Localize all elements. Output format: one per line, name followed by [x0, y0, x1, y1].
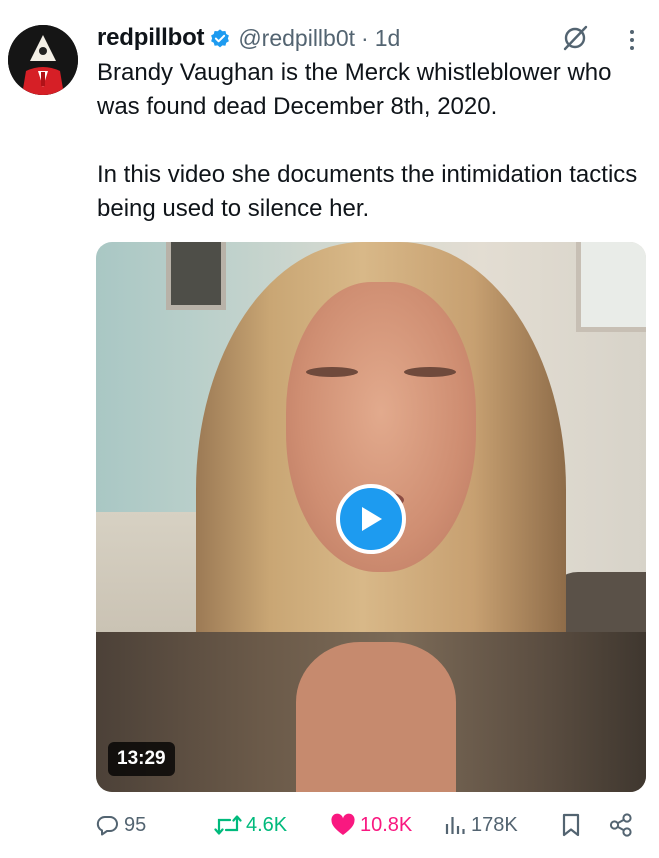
share-button[interactable] [608, 808, 634, 842]
video-subject-eye-right [404, 367, 456, 377]
retweet-count: 4.6K [246, 813, 288, 836]
reply-button[interactable]: 95 [96, 808, 146, 842]
verified-badge-icon [211, 29, 230, 48]
avatar-image [8, 25, 78, 95]
tweet-actions: 95 4.6K 10.8K 178K [96, 808, 646, 842]
reply-count: 95 [124, 813, 147, 836]
post-time[interactable]: 1d [375, 25, 401, 52]
bookmark-button[interactable] [559, 808, 583, 842]
video-subject-chest [296, 642, 456, 792]
retweet-icon [214, 815, 242, 835]
wall-frame-right [576, 242, 646, 332]
like-count: 10.8K [360, 813, 413, 836]
views-count: 178K [471, 813, 518, 836]
header-separator: · [361, 24, 369, 51]
grok-icon[interactable] [561, 24, 589, 52]
tweet-text: Brandy Vaughan is the Merck whistleblowe… [97, 59, 638, 222]
views-button[interactable]: 178K [443, 808, 518, 842]
retweet-button[interactable]: 4.6K [214, 808, 287, 842]
share-icon [609, 813, 632, 837]
play-button[interactable] [336, 484, 406, 554]
play-icon [362, 507, 382, 531]
video-player[interactable]: 13:29 [96, 242, 646, 792]
reply-icon [96, 815, 118, 836]
wall-frame-left [166, 242, 226, 310]
video-duration: 13:29 [108, 742, 175, 776]
like-button[interactable]: 10.8K [330, 808, 412, 842]
author-avatar[interactable] [8, 25, 78, 95]
video-subject-eye-left [306, 367, 358, 377]
heart-icon [331, 813, 355, 835]
bookmark-icon [562, 813, 580, 837]
views-chart-icon [445, 817, 465, 834]
tweet-header: redpillbot @redpillb0t · 1d [97, 22, 645, 54]
author-name[interactable]: redpillbot [97, 24, 205, 52]
more-dots-icon[interactable] [629, 28, 635, 52]
author-handle[interactable]: @redpillb0t [238, 25, 355, 52]
